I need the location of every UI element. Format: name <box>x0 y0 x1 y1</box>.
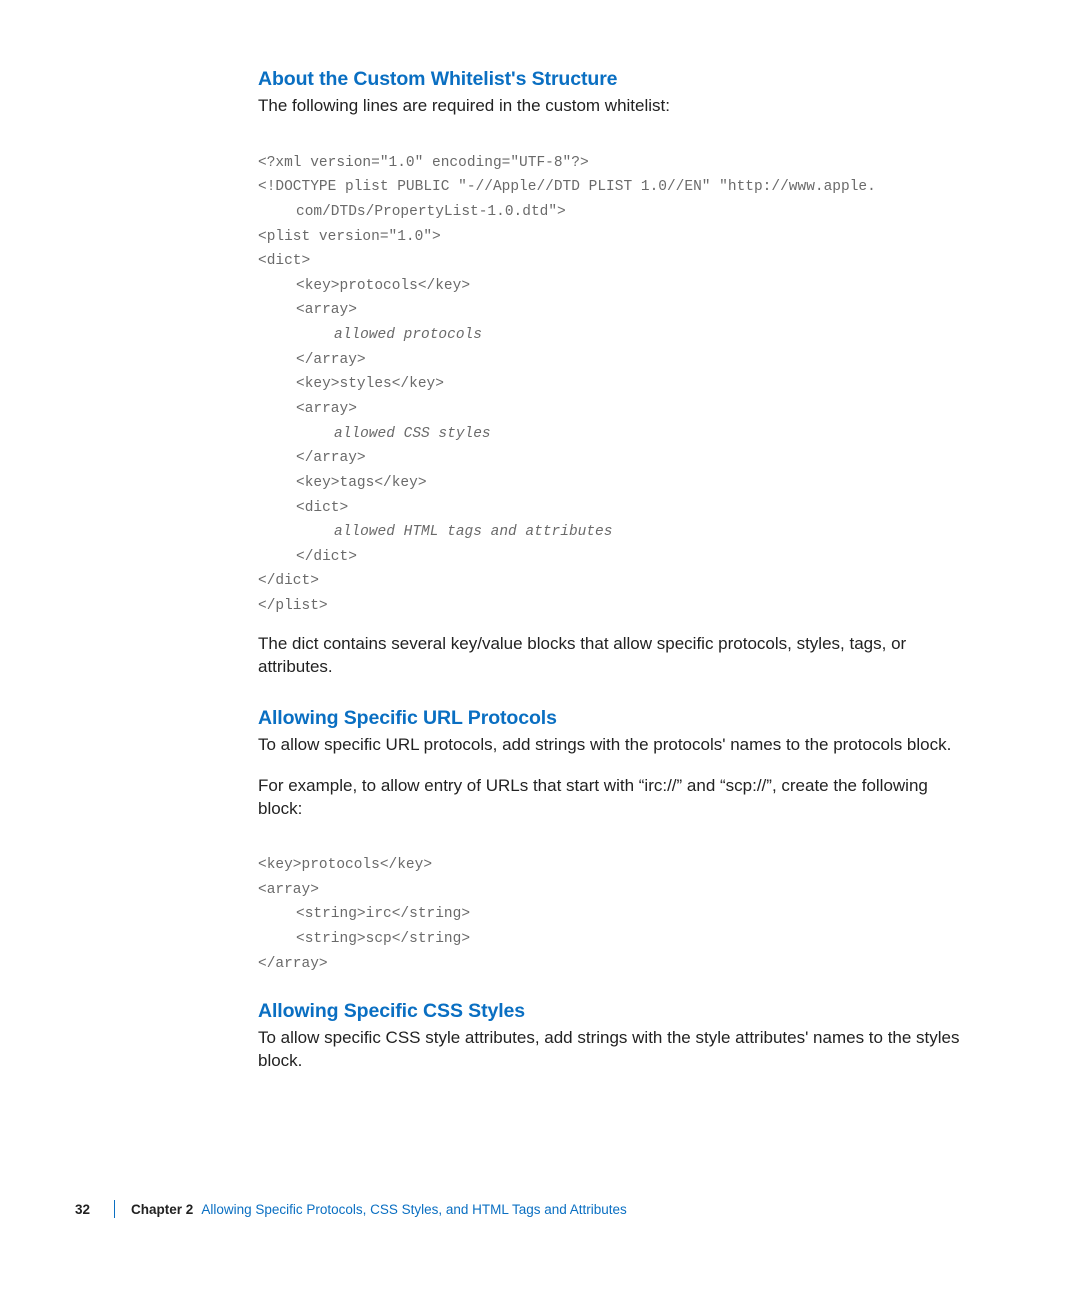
code-line-italic: allowed CSS styles <box>258 422 491 447</box>
code-line: </plist> <box>258 598 328 614</box>
page-number: 32 <box>75 1202 98 1217</box>
document-page: About the Custom Whitelist's Structure T… <box>0 0 1080 1296</box>
code-line: <string>irc</string> <box>258 902 470 927</box>
paragraph-protocols-1: To allow specific URL protocols, add str… <box>258 734 960 757</box>
code-line: <!DOCTYPE plist PUBLIC "-//Apple//DTD PL… <box>258 179 876 195</box>
code-line: </array> <box>258 348 366 373</box>
code-line-italic: allowed protocols <box>258 323 482 348</box>
code-line: <dict> <box>258 253 310 269</box>
code-line: <key>protocols</key> <box>258 274 470 299</box>
code-line: <key>styles</key> <box>258 372 444 397</box>
code-line: <?xml version="1.0" encoding="UTF-8"?> <box>258 155 589 171</box>
footer-divider <box>114 1200 115 1218</box>
paragraph-dict-explain: The dict contains several key/value bloc… <box>258 633 960 679</box>
code-line: </dict> <box>258 573 319 589</box>
chapter-title: Allowing Specific Protocols, CSS Styles,… <box>201 1202 626 1217</box>
paragraph-protocols-2: For example, to allow entry of URLs that… <box>258 775 960 821</box>
code-block-whitelist-structure: <?xml version="1.0" encoding="UTF-8"?> <… <box>258 126 960 619</box>
code-block-protocols: <key>protocols</key> <array> <string>irc… <box>258 828 960 976</box>
code-line: <array> <box>258 298 357 323</box>
code-line: </dict> <box>258 545 357 570</box>
code-line: <key>tags</key> <box>258 471 427 496</box>
heading-url-protocols: Allowing Specific URL Protocols <box>258 707 960 730</box>
heading-css-styles: Allowing Specific CSS Styles <box>258 1000 960 1023</box>
code-line: <array> <box>258 397 357 422</box>
code-line: <array> <box>258 882 319 898</box>
code-line: <dict> <box>258 496 348 521</box>
heading-about-whitelist: About the Custom Whitelist's Structure <box>258 68 960 91</box>
chapter-label: Chapter 2 <box>131 1202 193 1217</box>
code-line-italic: allowed HTML tags and attributes <box>258 520 612 545</box>
code-line: <plist version="1.0"> <box>258 229 441 245</box>
code-line: </array> <box>258 446 366 471</box>
code-line: com/DTDs/PropertyList-1.0.dtd"> <box>258 200 566 225</box>
code-line: </array> <box>258 956 328 972</box>
paragraph-css-1: To allow specific CSS style attributes, … <box>258 1027 960 1073</box>
page-footer: 32 Chapter 2 Allowing Specific Protocols… <box>0 1200 1080 1218</box>
code-line: <string>scp</string> <box>258 927 470 952</box>
paragraph-intro: The following lines are required in the … <box>258 95 960 118</box>
code-line: <key>protocols</key> <box>258 857 432 873</box>
